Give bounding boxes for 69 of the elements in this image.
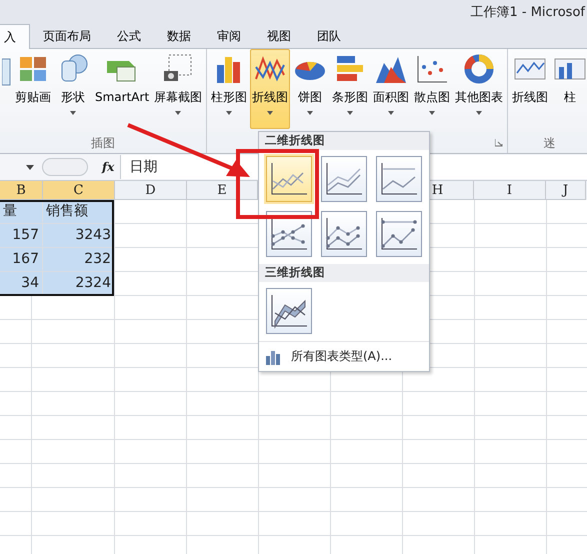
caret-icon [429, 111, 436, 115]
ribbon-tab[interactable]: 视图 [254, 24, 304, 48]
ribbon-tab[interactable]: 数据 [154, 24, 204, 48]
ribbon-button[interactable]: 剪贴画 [13, 49, 53, 129]
ribbon-tab[interactable]: 页面布局 [30, 24, 104, 48]
ribbon-tab[interactable]: 审阅 [204, 24, 254, 48]
ribbon-button[interactable]: 面积图 [371, 49, 412, 129]
caret-icon [175, 111, 182, 115]
dialog-launcher-icon[interactable] [495, 139, 504, 147]
menu-item[interactable]: 所有图表类型(A)... [259, 341, 429, 371]
window-title: 工作簿1 - Microsof [470, 4, 585, 21]
insert-function-button[interactable]: fx [102, 160, 114, 174]
line-chart-icon [269, 216, 309, 252]
ribbon-tab[interactable]: 入 [0, 24, 30, 49]
table-cell: 34 [0, 272, 43, 296]
ribbon-button[interactable]: 折线图 [510, 49, 550, 129]
ribbon-button[interactable]: 散点图 [412, 49, 452, 129]
ribbon-button[interactable]: 折线图 [250, 49, 290, 129]
line-chart-icon [269, 293, 309, 329]
caret-icon [476, 111, 482, 115]
ribbon-button[interactable]: 条形图 [330, 49, 370, 129]
picture-icon[interactable] [2, 57, 12, 87]
ribbon-button[interactable]: 其他图表 [453, 49, 506, 129]
ribbon-button[interactable]: 屏幕截图 [152, 49, 204, 129]
caret-icon [307, 111, 314, 115]
chart-type-option[interactable] [266, 211, 312, 257]
line-chart-icon [379, 161, 419, 197]
chart-type-option[interactable] [266, 156, 312, 202]
ribbon-tab[interactable]: 团队 [304, 24, 354, 48]
table-cell: 232 [43, 248, 115, 272]
table-cell: 167 [0, 248, 43, 272]
ribbon-button[interactable]: 形状 [54, 49, 92, 129]
column-header[interactable]: I [474, 181, 546, 200]
caret-icon [388, 111, 394, 115]
column-header[interactable]: E [187, 181, 258, 200]
ribbon-button[interactable]: 饼图 [291, 49, 330, 129]
table-cell: 3243 [43, 224, 115, 248]
chart-type-option[interactable] [321, 211, 367, 257]
line-chart-icon [379, 216, 419, 252]
dropdown-caret-icon [26, 164, 34, 170]
chart-type-option[interactable] [266, 288, 312, 334]
column-header[interactable]: D [115, 181, 187, 200]
caret-icon [267, 111, 274, 115]
group-label: 迷 [544, 134, 556, 152]
caret-icon [347, 111, 354, 115]
chart-type-option[interactable] [376, 156, 422, 202]
splitter-handle[interactable] [42, 158, 88, 176]
ribbon-tab[interactable]: 公式 [104, 24, 154, 48]
caret-icon [70, 111, 76, 115]
column-header[interactable]: C [43, 181, 115, 200]
column-chart-icon [265, 348, 281, 364]
section-header: 二维折线图 [259, 132, 429, 150]
section-header: 三维折线图 [259, 264, 429, 282]
ribbon-button[interactable]: 柱 [551, 49, 587, 129]
line-chart-icon [324, 161, 364, 197]
chart-type-option[interactable] [321, 156, 367, 202]
line-chart-icon [269, 161, 309, 197]
scatter-icon [415, 53, 450, 85]
donut-icon [462, 53, 496, 85]
ribbon-button[interactable]: SmartArt [93, 49, 152, 129]
table-cell: 量 [0, 200, 43, 224]
group-label: 插图 [91, 134, 116, 152]
line-chart-icon [324, 216, 364, 252]
caret-icon [226, 111, 232, 115]
column-header[interactable]: J [546, 181, 586, 200]
column-header[interactable]: B [0, 181, 43, 200]
chart-type-option[interactable] [376, 211, 422, 257]
ribbon-button[interactable]: 柱形图 [209, 49, 250, 129]
table-cell: 157 [0, 224, 43, 248]
